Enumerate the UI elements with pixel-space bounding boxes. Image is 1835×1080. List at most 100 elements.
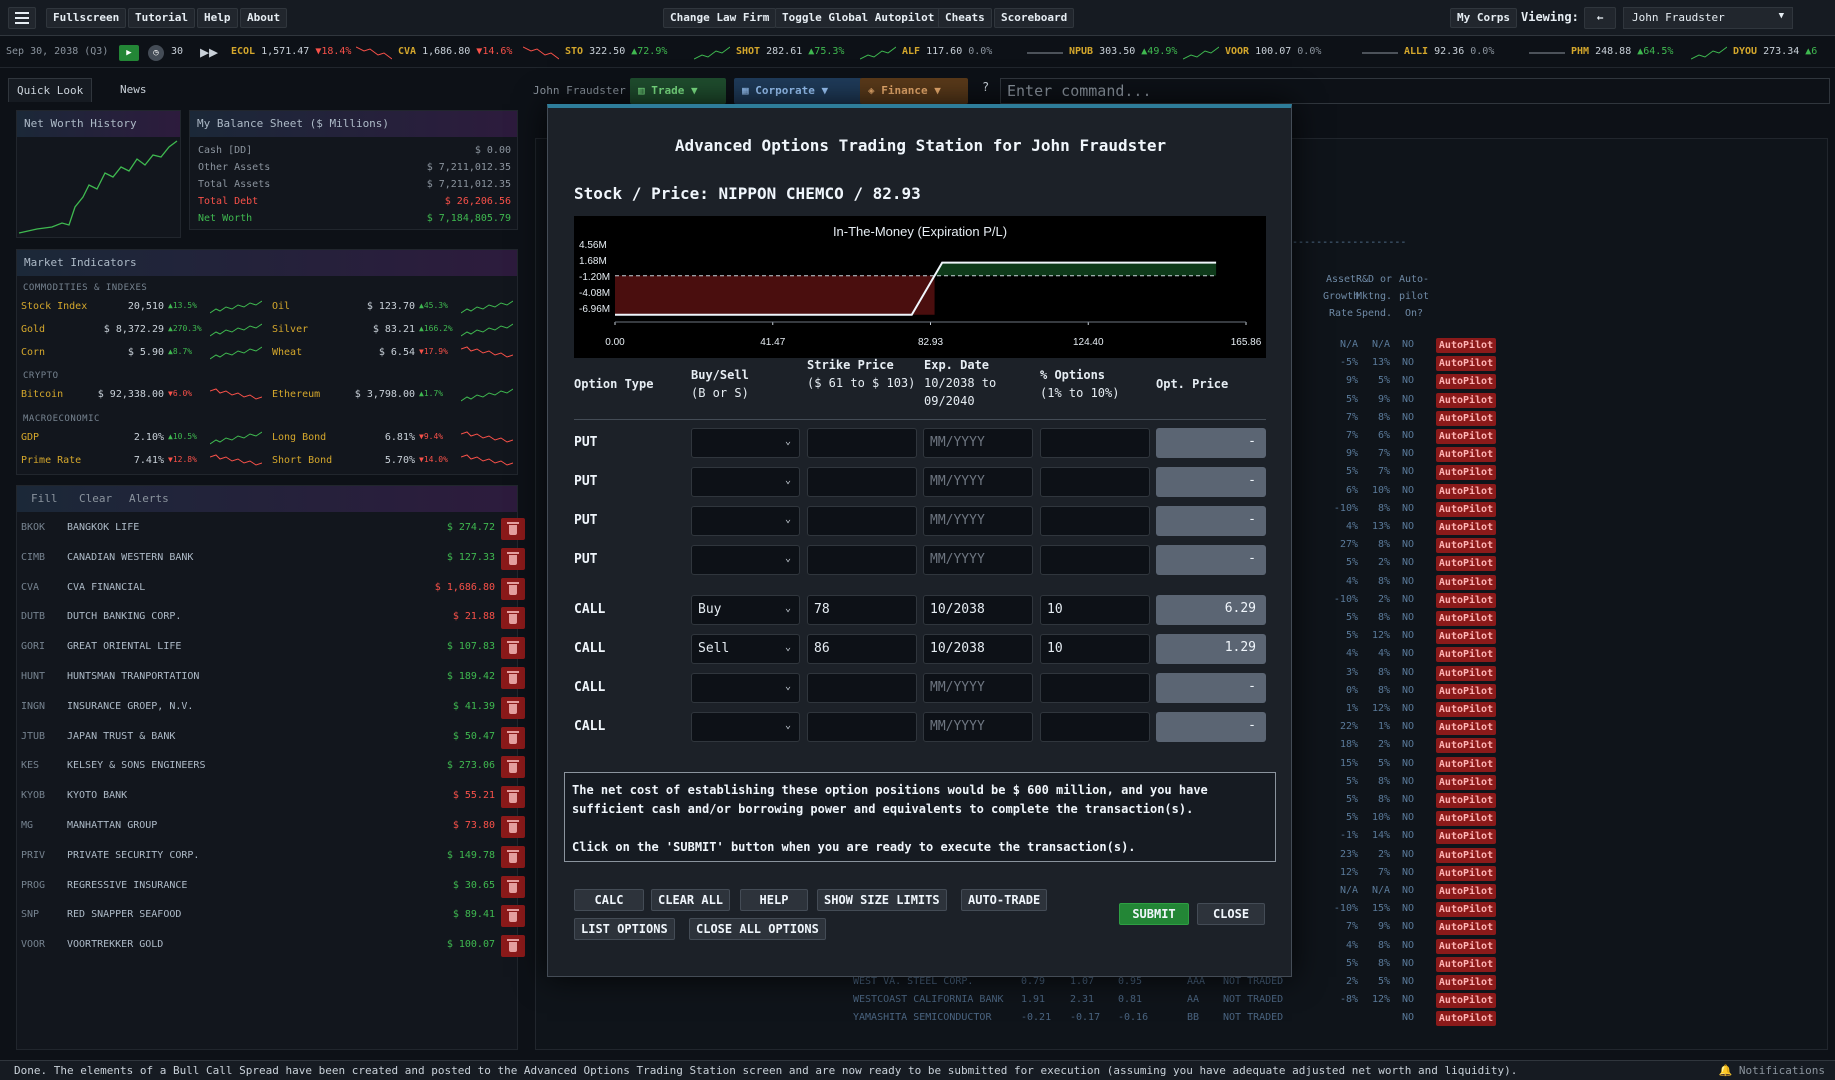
buy-sell-select[interactable]: Sell ⌄ (691, 634, 800, 664)
menu-icon[interactable] (8, 7, 36, 29)
cheats-button[interactable]: Cheats (938, 8, 992, 28)
strike-input[interactable] (807, 545, 917, 575)
watchlist-row[interactable]: KYOB KYOTO BANK $ 55.21 (21, 784, 531, 810)
autopilot-button[interactable]: AutoPilot (1436, 483, 1496, 499)
ticker-item[interactable]: VOOR 100.07 0.0% (1225, 46, 1321, 57)
trash-icon[interactable] (501, 935, 525, 958)
buy-sell-select[interactable]: Buy ⌄ (691, 595, 800, 625)
indicator-row[interactable]: GDP 2.10% ▲10.5% (21, 431, 264, 450)
strike-input[interactable]: 78 (807, 595, 917, 625)
autopilot-button[interactable]: AutoPilot (1436, 865, 1496, 881)
strike-input[interactable] (807, 712, 917, 742)
about-button[interactable]: About (240, 8, 288, 28)
indicator-row[interactable]: Oil $ 123.70 ▲45.3% (272, 300, 515, 319)
watchlist-row[interactable]: HUNT HUNTSMAN TRANPORTATION $ 189.42 (21, 665, 531, 691)
help-icon[interactable]: ? (982, 80, 989, 94)
buy-sell-select[interactable]: ⌄ (691, 428, 800, 458)
autopilot-button[interactable]: AutoPilot (1436, 556, 1496, 572)
autopilot-button[interactable]: AutoPilot (1436, 447, 1496, 463)
autopilot-button[interactable]: AutoPilot (1436, 520, 1496, 535)
viewing-select[interactable]: John Fraudster ▼ (1623, 7, 1793, 29)
trash-icon[interactable] (501, 518, 525, 540)
ticker-item[interactable]: ALF 117.60 0.0% (902, 46, 992, 57)
ticker-item[interactable]: STO 322.50 ▲72.9% (565, 46, 667, 57)
watchlist-row[interactable]: JTUB JAPAN TRUST & BANK $ 50.47 (21, 725, 531, 751)
buy-sell-select[interactable]: ⌄ (691, 673, 800, 703)
buy-sell-select[interactable]: ⌄ (691, 545, 800, 575)
watchlist-row[interactable]: GORI GREAT ORIENTAL LIFE $ 107.83 (21, 635, 531, 661)
exp-date-input[interactable]: MM/YYYY (923, 673, 1033, 703)
watchlist-row[interactable]: BKOK BANGKOK LIFE $ 274.72 (21, 516, 531, 542)
autopilot-button[interactable]: AutoPilot (1436, 665, 1496, 681)
trash-icon[interactable] (501, 607, 525, 630)
watchlist-row[interactable]: KES KELSEY & SONS ENGINEERS $ 273.06 (21, 754, 531, 780)
pct-options-input[interactable] (1040, 506, 1150, 536)
ticker-item[interactable]: CVA 1,686.80 ▼14.6% (398, 46, 512, 57)
autopilot-button[interactable]: AutoPilot (1436, 938, 1496, 954)
pct-options-input[interactable] (1040, 673, 1150, 703)
pct-options-input[interactable]: 10 (1040, 595, 1150, 625)
autopilot-button[interactable]: AutoPilot (1436, 410, 1496, 426)
indicator-row[interactable]: Silver $ 83.21 ▲166.2% (272, 323, 515, 342)
help-button-modal[interactable]: HELP (740, 889, 808, 911)
trash-icon[interactable] (501, 667, 525, 689)
autopilot-button[interactable]: AutoPilot (1436, 465, 1496, 481)
trash-icon[interactable] (501, 577, 525, 600)
exp-date-input[interactable]: MM/YYYY (923, 506, 1033, 536)
ticker-item[interactable]: DYOU 273.34 ▲6 (1733, 46, 1817, 57)
tab-quick-look[interactable]: Quick Look (8, 78, 93, 102)
trash-icon[interactable] (501, 845, 525, 868)
tutorial-button[interactable]: Tutorial (128, 8, 195, 28)
fullscreen-button[interactable]: Fullscreen (46, 8, 127, 28)
autopilot-button[interactable]: AutoPilot (1436, 902, 1496, 918)
clear-all-button[interactable]: CLEAR ALL (651, 889, 731, 911)
watchlist-row[interactable]: MG MANHATTAN GROUP $ 73.80 (21, 814, 531, 840)
watchlist-row[interactable]: CIMB CANADIAN WESTERN BANK $ 127.33 (21, 546, 531, 572)
pct-options-input[interactable] (1040, 712, 1150, 742)
fast-forward-icon[interactable]: ▶▶ (200, 43, 218, 61)
autopilot-button[interactable]: AutoPilot (1436, 1011, 1496, 1027)
autopilot-button[interactable]: AutoPilot (1436, 702, 1496, 717)
autopilot-button[interactable]: AutoPilot (1436, 975, 1496, 990)
watchlist-row[interactable]: SNP RED SNAPPER SEAFOOD $ 89.41 (21, 903, 531, 929)
indicator-row[interactable]: Short Bond 5.70% ▼14.0% (272, 454, 515, 473)
autopilot-button[interactable]: AutoPilot (1436, 611, 1496, 626)
help-button[interactable]: Help (197, 8, 238, 28)
trade-menu[interactable]: ▥ Trade ▼ (630, 78, 726, 104)
autopilot-button[interactable]: AutoPilot (1436, 720, 1496, 736)
play-icon[interactable]: ▶ (119, 45, 139, 61)
strike-input[interactable]: 86 (807, 634, 917, 664)
buy-sell-select[interactable]: ⌄ (691, 467, 800, 497)
watchlist-row[interactable]: PRIV PRIVATE SECURITY CORP. $ 149.78 (21, 844, 531, 870)
autopilot-button[interactable]: AutoPilot (1436, 338, 1496, 353)
autopilot-button[interactable]: AutoPilot (1436, 501, 1496, 517)
fill-button[interactable]: Fill (31, 486, 58, 512)
indicator-row[interactable]: Corn $ 5.90 ▲8.7% (21, 346, 264, 365)
pct-options-input[interactable] (1040, 428, 1150, 458)
autopilot-button[interactable]: AutoPilot (1436, 920, 1496, 936)
autopilot-button[interactable]: AutoPilot (1436, 429, 1496, 444)
watchlist-row[interactable]: DUTB DUTCH BANKING CORP. $ 21.88 (21, 605, 531, 631)
show-size-limits-button[interactable]: SHOW SIZE LIMITS (817, 889, 947, 911)
autopilot-button[interactable]: AutoPilot (1436, 956, 1496, 972)
exp-date-input[interactable]: 10/2038 (923, 595, 1033, 625)
autopilot-button[interactable]: AutoPilot (1436, 356, 1496, 372)
autopilot-button[interactable]: AutoPilot (1436, 884, 1496, 899)
exp-date-input[interactable]: MM/YYYY (923, 428, 1033, 458)
autopilot-button[interactable]: AutoPilot (1436, 629, 1496, 645)
auto-trade-button[interactable]: AUTO-TRADE (961, 889, 1048, 911)
autopilot-button[interactable]: AutoPilot (1436, 392, 1496, 408)
pct-options-input[interactable]: 10 (1040, 634, 1150, 664)
indicator-row[interactable]: Gold $ 8,372.29 ▲270.3% (21, 323, 264, 342)
buy-sell-select[interactable]: ⌄ (691, 712, 800, 742)
autopilot-button[interactable]: AutoPilot (1436, 738, 1496, 754)
strike-input[interactable] (807, 673, 917, 703)
calc-button[interactable]: CALC (574, 889, 644, 911)
pct-options-input[interactable] (1040, 467, 1150, 497)
trash-icon[interactable] (501, 816, 525, 838)
trash-icon[interactable] (501, 786, 525, 809)
autopilot-button[interactable]: AutoPilot (1436, 756, 1496, 772)
watchlist-row[interactable]: VOOR VOORTREKKER GOLD $ 100.07 (21, 933, 531, 959)
strike-input[interactable] (807, 506, 917, 536)
trash-icon[interactable] (501, 726, 525, 749)
